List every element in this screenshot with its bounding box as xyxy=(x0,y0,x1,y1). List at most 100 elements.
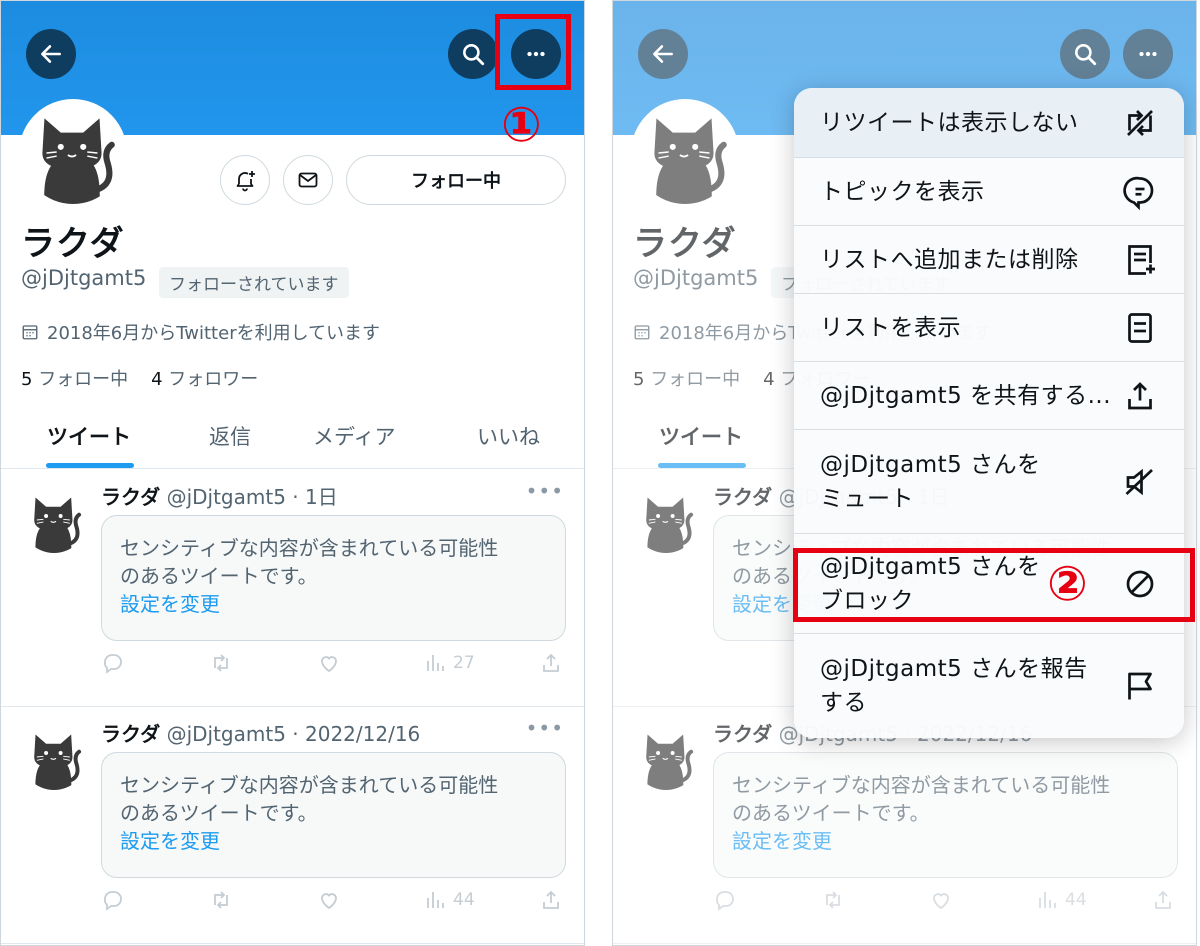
menu-item-view-lists[interactable]: リストを表示 xyxy=(794,294,1184,362)
follows-you-badge: フォローされています xyxy=(159,267,349,298)
followers-label[interactable]: フォロワー xyxy=(168,369,258,390)
topic-icon xyxy=(1123,176,1154,210)
menu-item-label: リツイートは表示しない xyxy=(820,109,1079,136)
menu-item-label: トピックを表示 xyxy=(820,178,985,205)
message-button[interactable] xyxy=(283,155,333,205)
share-icon xyxy=(543,890,559,909)
like-button[interactable] xyxy=(317,888,341,912)
tweet-header: ラクダ @jDjtgamt5 · 2022/12/16 xyxy=(101,718,420,747)
tweet-item[interactable]: ラクダ @jDjtgamt5 · 1日 ••• センシティブな内容が含まれている… xyxy=(1,471,584,707)
back-button[interactable] xyxy=(26,29,76,79)
menu-item-share-profile[interactable]: @jDjtgamt5 を共有する... xyxy=(794,362,1184,430)
notification-bell-button[interactable] xyxy=(220,155,270,205)
reply-button[interactable] xyxy=(101,888,125,912)
share-button[interactable] xyxy=(539,651,563,675)
tab-replies[interactable]: 返信 xyxy=(209,421,251,451)
following-count[interactable]: 5 xyxy=(21,369,32,390)
tweet-actions: 44 xyxy=(101,888,566,918)
followers-count[interactable]: 4 xyxy=(151,369,162,390)
tweet-item[interactable]: ラクダ @jDjtgamt5 · 2022/12/16 ••• センシティブな内… xyxy=(1,708,584,944)
mute-icon xyxy=(1125,468,1153,495)
reply-button[interactable] xyxy=(101,651,125,675)
change-settings-link[interactable]: 設定を変更 xyxy=(120,590,547,618)
profile-tabs: ツイート 返信 メディア いいね xyxy=(1,411,584,469)
retweet-button[interactable] xyxy=(209,651,233,675)
reply-icon xyxy=(104,891,122,911)
envelope-icon xyxy=(298,172,318,188)
retweet-icon xyxy=(214,654,228,672)
list-icon xyxy=(1128,312,1152,343)
follow-counts: 5 フォロー中 4 フォロワー xyxy=(21,365,258,391)
menu-item-label: @jDjtgamt5 を共有する... xyxy=(820,382,1112,409)
menu-item-report[interactable]: @jDjtgamt5 さんを報告 する xyxy=(794,634,1184,738)
sensitive-text-line1: センシティブな内容が含まれている可能性 xyxy=(120,773,499,797)
joined-text: 2018年6月からTwitterを利用しています xyxy=(47,323,381,344)
share-icon xyxy=(543,653,559,672)
bell-plus-icon xyxy=(236,171,255,192)
menu-item-add-remove-lists[interactable]: リストへ追加または削除 xyxy=(794,226,1184,294)
menu-item-label: @jDjtgamt5 さんを ミュート xyxy=(820,451,1041,512)
reply-icon xyxy=(104,654,122,674)
view-count: 44 xyxy=(453,890,475,910)
profile-screen-left: フォロー中 ラクダ @jDjtgamt5 フォローされています 2018年6月か… xyxy=(0,0,585,946)
calendar-icon xyxy=(22,325,38,340)
retweet-icon xyxy=(214,891,228,909)
step2-highlight-box xyxy=(793,548,1195,622)
tab-likes[interactable]: いいね xyxy=(477,421,540,451)
tab-tweets[interactable]: ツイート xyxy=(47,421,131,451)
views-button[interactable]: 44 xyxy=(423,888,475,912)
tab-media[interactable]: メディア xyxy=(313,421,396,451)
tweet-more-icon[interactable]: ••• xyxy=(526,716,564,740)
sensitive-text-line1: センシティブな内容が含まれている可能性 xyxy=(120,536,499,560)
tweet-avatar[interactable] xyxy=(21,487,87,553)
tweet-author-name[interactable]: ラクダ xyxy=(101,722,160,746)
sensitive-content-notice: センシティブな内容が含まれている可能性 のあるツイートです。 設定を変更 xyxy=(101,752,566,878)
profile-handle: @jDjtgamt5 xyxy=(21,266,147,290)
analytics-icon xyxy=(427,892,444,908)
tweet-actions: 27 xyxy=(101,651,566,681)
heart-icon xyxy=(321,656,337,673)
more-options-menu: リツイートは表示しない トピックを表示 リストへ追加または削除 リストを表示 @… xyxy=(794,88,1184,738)
menu-item-view-topics[interactable]: トピックを表示 xyxy=(794,158,1184,226)
retweet-button[interactable] xyxy=(209,888,233,912)
change-settings-link[interactable]: 設定を変更 xyxy=(120,827,547,855)
profile-name: ラクダ xyxy=(21,224,125,264)
menu-item-label: リストへ追加または削除 xyxy=(820,246,1079,273)
view-count: 27 xyxy=(453,653,475,673)
search-button[interactable] xyxy=(448,29,498,79)
sensitive-content-notice: センシティブな内容が含まれている可能性 のあるツイートです。 設定を変更 xyxy=(101,515,566,641)
views-button[interactable]: 27 xyxy=(423,651,475,675)
joined-date: 2018年6月からTwitterを利用しています xyxy=(21,319,380,345)
menu-item-label: リストを表示 xyxy=(820,314,961,341)
share-button[interactable] xyxy=(539,888,563,912)
search-icon xyxy=(463,44,485,66)
list-add-icon xyxy=(1128,244,1155,275)
menu-item-label: @jDjtgamt5 さんを報告 する xyxy=(820,656,1088,716)
step2-marker: ② xyxy=(1047,556,1088,612)
tweet-meta: @jDjtgamt5 · 1日 xyxy=(166,485,338,509)
following-label[interactable]: フォロー中 xyxy=(38,369,128,390)
like-button[interactable] xyxy=(317,651,341,675)
cat-avatar-icon xyxy=(21,724,87,790)
tweet-avatar[interactable] xyxy=(21,724,87,790)
menu-item-hide-retweets[interactable]: リツイートは表示しない xyxy=(794,88,1184,158)
sensitive-text-line2: のあるツイートです。 xyxy=(120,564,318,588)
following-button[interactable]: フォロー中 xyxy=(346,155,566,205)
menu-item-mute[interactable]: @jDjtgamt5 さんを ミュート xyxy=(794,430,1184,534)
retweet-off-icon xyxy=(1127,109,1153,136)
analytics-icon xyxy=(427,655,444,671)
profile-avatar[interactable] xyxy=(19,99,127,207)
heart-icon xyxy=(321,893,337,910)
tweet-header: ラクダ @jDjtgamt5 · 1日 xyxy=(101,481,338,510)
cat-avatar-icon xyxy=(21,487,87,553)
flag-icon xyxy=(1128,672,1152,700)
cat-avatar-icon xyxy=(22,102,124,204)
share-icon xyxy=(1128,381,1152,409)
tweet-more-icon[interactable]: ••• xyxy=(526,479,564,503)
step1-highlight-box xyxy=(495,14,571,90)
tweet-meta: @jDjtgamt5 · 2022/12/16 xyxy=(166,722,421,746)
step1-marker: ① xyxy=(501,97,542,153)
sensitive-text-line2: のあるツイートです。 xyxy=(120,801,318,825)
tweet-author-name[interactable]: ラクダ xyxy=(101,485,160,509)
active-tab-indicator xyxy=(46,463,134,468)
